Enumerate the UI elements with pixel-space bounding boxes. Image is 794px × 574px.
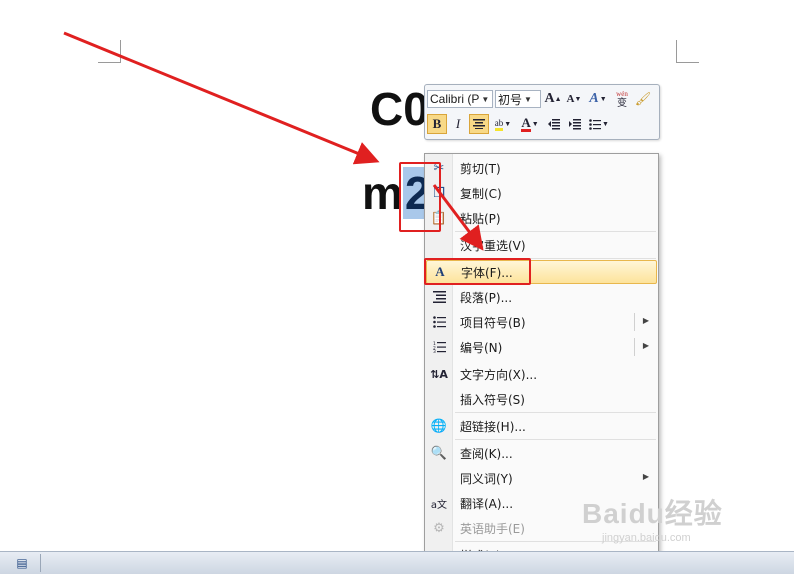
watermark-brand: Baidu经验 <box>582 498 723 529</box>
watermark: Baidu经验 jingyan.baidu.com <box>582 492 723 544</box>
annotation-arrows <box>63 31 484 251</box>
document-view-button[interactable]: ▤ <box>12 555 32 571</box>
annotation-arrow-1 <box>63 31 380 165</box>
watermark-url: jingyan.baidu.com <box>602 532 691 544</box>
document-icon: ▤ <box>16 556 28 570</box>
status-bar: ▤ <box>0 551 794 574</box>
annotation-arrow-2 <box>432 184 484 251</box>
status-divider <box>40 554 41 572</box>
